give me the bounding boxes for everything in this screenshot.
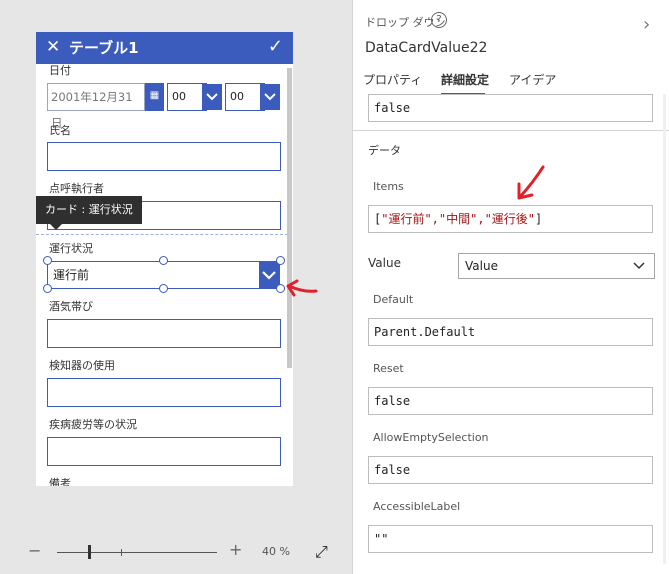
allow-empty-selection-field[interactable]: false [368, 456, 653, 484]
annotation-arrow-icon [517, 165, 545, 200]
app-root: ✕ テーブル1 ✓ 日付 2001年12月31日 ▦ 00 00 氏名 点呼執行… [0, 0, 669, 574]
form-scrollbar[interactable] [287, 68, 292, 368]
field-label-status: 運行状況 [49, 242, 93, 255]
status-dropdown-value: 運行前 [53, 268, 90, 282]
close-icon[interactable]: ✕ [46, 39, 60, 56]
zoom-slider-track[interactable] [57, 552, 217, 553]
resize-handle[interactable] [43, 256, 52, 265]
panel-scrollbar[interactable] [663, 94, 666, 564]
help-icon[interactable]: ? [431, 12, 447, 28]
default-field[interactable]: Parent.Default [368, 318, 653, 346]
items-formula-field[interactable]: ["運行前","中間","運行後"] [368, 205, 653, 233]
zoom-slider-tick [121, 549, 122, 556]
field-label-notes: 備考 [49, 477, 71, 486]
items-label: Items [373, 180, 404, 193]
tab-advanced[interactable]: 詳細設定 [441, 73, 489, 88]
calendar-icon[interactable]: ▦ [145, 83, 164, 111]
detector-input[interactable] [47, 378, 281, 407]
field-label-alcohol: 酒気帯び [49, 300, 93, 313]
resize-handle[interactable] [276, 256, 285, 265]
check-icon[interactable]: ✓ [268, 38, 283, 56]
field-label-health: 疾病疲労等の状況 [49, 418, 137, 431]
date-input[interactable]: 2001年12月31日 [47, 83, 145, 130]
section-data-title: データ [368, 144, 401, 157]
resize-handle[interactable] [159, 284, 168, 293]
resize-handle[interactable] [43, 284, 52, 293]
field-label-detector: 検知器の使用 [49, 359, 115, 372]
value-select-text: Value [465, 259, 498, 273]
field-label-date: 日付 [49, 64, 71, 77]
form-title: テーブル1 [69, 39, 139, 57]
chevron-right-icon[interactable]: › [643, 14, 650, 35]
field-label-name: 氏名 [49, 124, 71, 137]
accessible-label-label: AccessibleLabel [373, 500, 461, 513]
name-input[interactable] [47, 142, 281, 171]
control-name: DataCardValue22 [365, 40, 488, 56]
hour-select[interactable]: 00 [167, 83, 207, 111]
tab-properties[interactable]: プロパティ [363, 73, 422, 88]
health-input[interactable] [47, 437, 281, 466]
zoom-in-button[interactable]: + [229, 540, 242, 559]
field-label-inspector: 点呼執行者 [49, 182, 104, 195]
minute-chevron-down-icon[interactable] [260, 84, 280, 110]
status-chevron-down-icon[interactable] [259, 262, 279, 288]
resize-handle[interactable] [159, 256, 168, 265]
value-select[interactable]: Value [458, 253, 655, 279]
accessible-label-field[interactable]: "" [368, 525, 653, 553]
alcohol-input[interactable] [47, 319, 281, 348]
tab-ideas[interactable]: アイデア [509, 73, 556, 88]
card-tooltip: カード : 運行状況 [36, 196, 142, 230]
items-close-bracket: ] [535, 212, 543, 226]
chevron-down-icon [633, 262, 645, 270]
form-header: ✕ テーブル1 ✓ [36, 32, 293, 64]
top-property-field[interactable]: false [368, 94, 653, 122]
zoom-slider-thumb[interactable] [88, 545, 91, 559]
hour-chevron-down-icon[interactable] [202, 84, 222, 110]
zoom-percent: 40 % [262, 545, 290, 558]
annotation-arrow-icon [286, 279, 318, 297]
items-formula-text: "運行前","中間","運行後" [381, 212, 536, 226]
minute-select[interactable]: 00 [225, 83, 265, 111]
default-label: Default [373, 293, 414, 306]
zoom-out-button[interactable]: − [28, 541, 41, 560]
value-label: Value [368, 256, 401, 270]
reset-field[interactable]: false [368, 387, 653, 415]
allow-empty-selection-label: AllowEmptySelection [373, 431, 489, 444]
reset-label: Reset [373, 362, 404, 375]
section-divider [352, 130, 669, 131]
fit-to-window-icon[interactable]: ⤢ [315, 542, 328, 562]
zoom-bar: − + 40 % ⤢ [0, 532, 352, 574]
